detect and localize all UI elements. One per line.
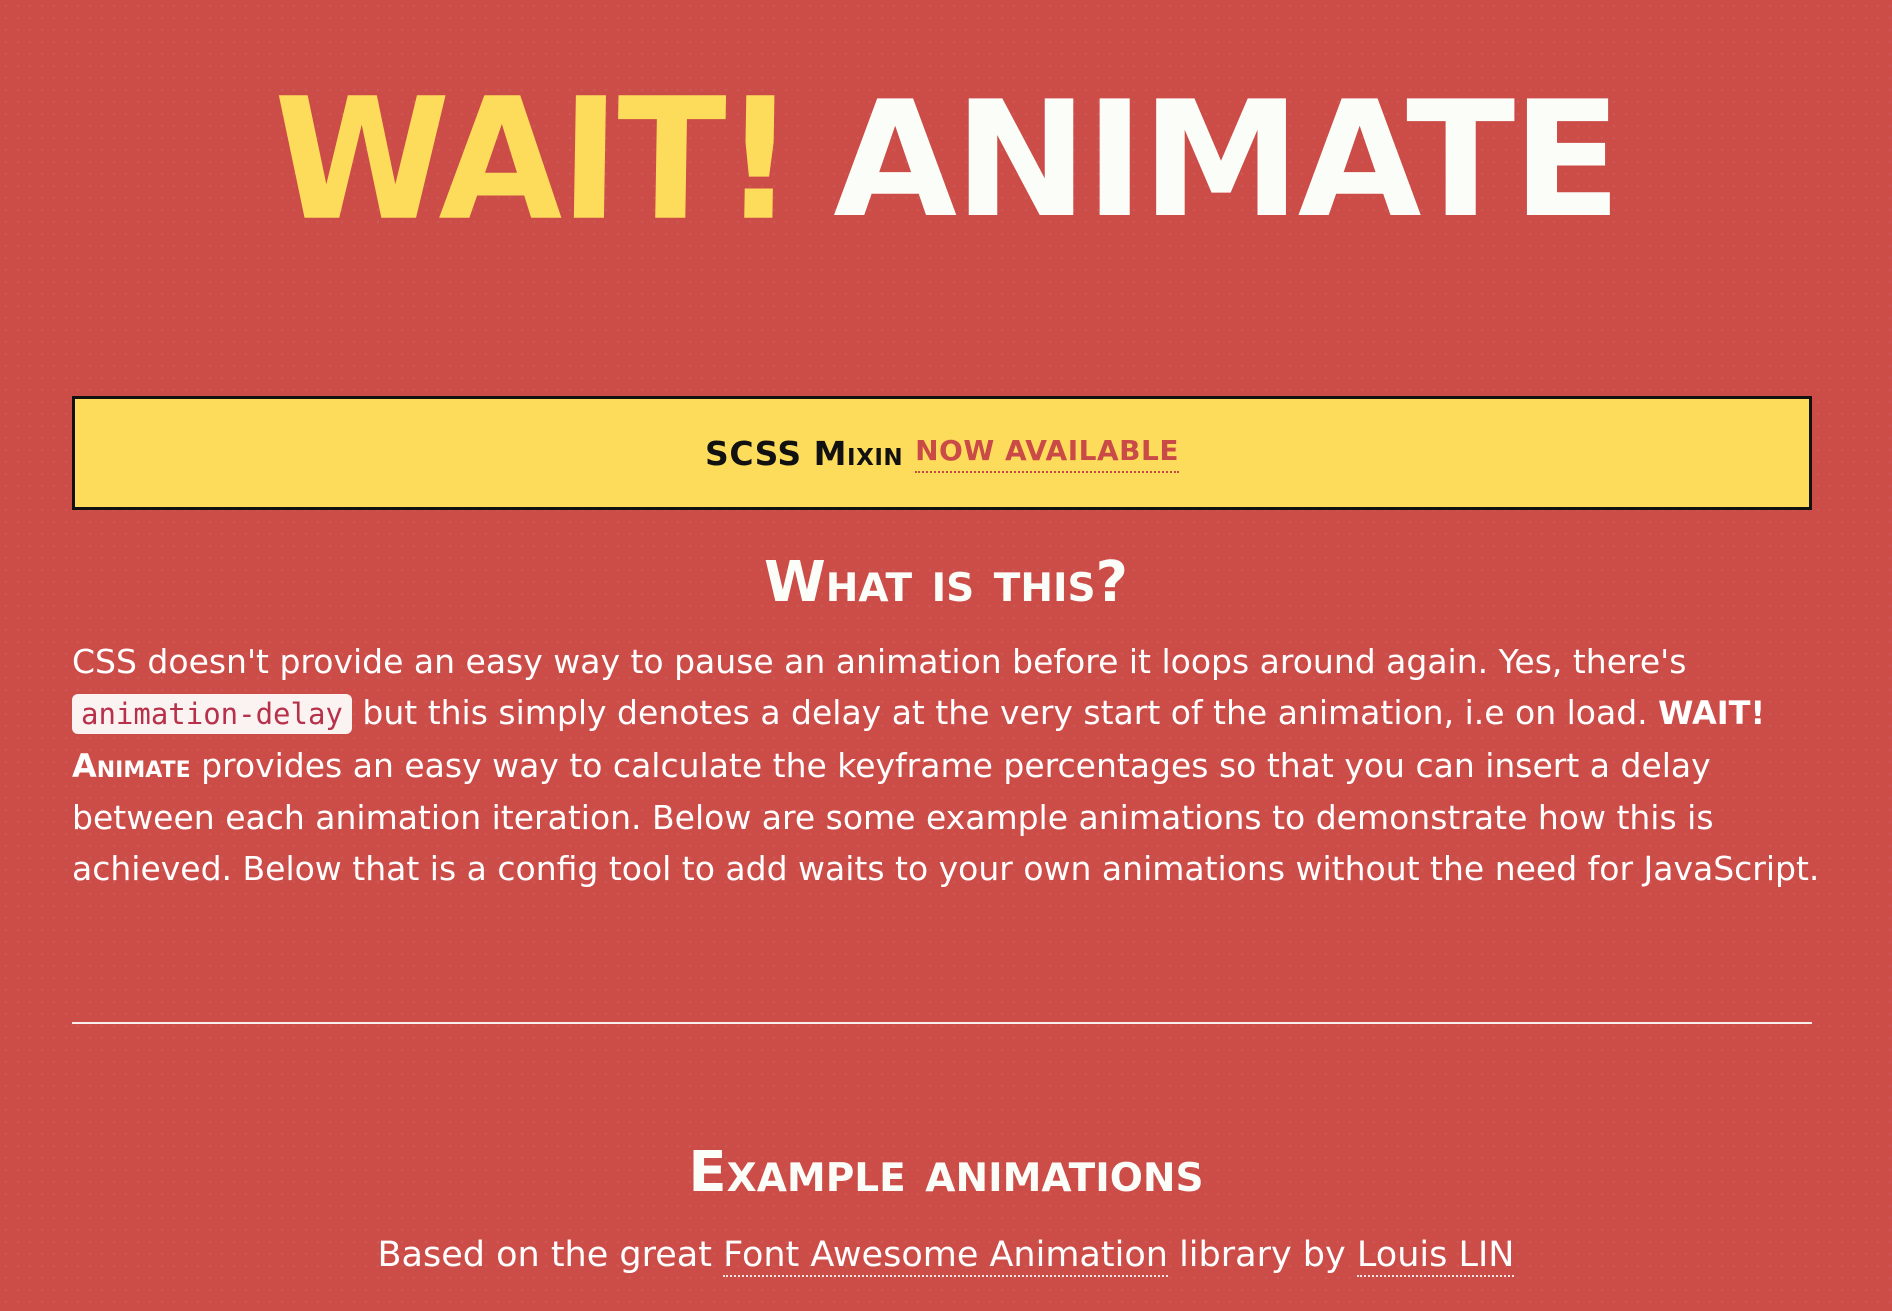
example-animations-heading: Example animations <box>688 1140 1204 1205</box>
description-text-2: but this simply denotes a delay at the v… <box>362 693 1648 732</box>
now-available-link[interactable]: NOW AVAILABLE <box>915 434 1179 473</box>
byline-prefix: Based on the great <box>377 1235 712 1275</box>
animation-delay-code: animation-delay <box>72 694 352 734</box>
banner-label: SCSS Mixin <box>705 433 904 473</box>
byline-middle: library by <box>1179 1235 1346 1275</box>
description-text-3: provides an easy way to calculate the ke… <box>72 746 1820 888</box>
title-wait: WAIT! <box>271 61 795 258</box>
description-paragraph: CSS doesn't provide an easy way to pause… <box>72 636 1822 894</box>
section-divider <box>72 1022 1812 1024</box>
description-text-1: CSS doesn't provide an easy way to pause… <box>72 642 1687 681</box>
what-is-this-heading: What is this? <box>763 550 1129 615</box>
title-animate: ANIMATE <box>833 66 1621 253</box>
credits-byline: Based on the great Font Awesome Animatio… <box>0 1230 1892 1280</box>
font-awesome-animation-link[interactable]: Font Awesome Animation <box>723 1235 1168 1277</box>
louis-lin-link[interactable]: Louis LIN <box>1356 1235 1515 1277</box>
page-title: WAIT! ANIMATE <box>0 61 1892 257</box>
scss-mixin-banner: SCSS Mixin NOW AVAILABLE <box>72 396 1812 510</box>
